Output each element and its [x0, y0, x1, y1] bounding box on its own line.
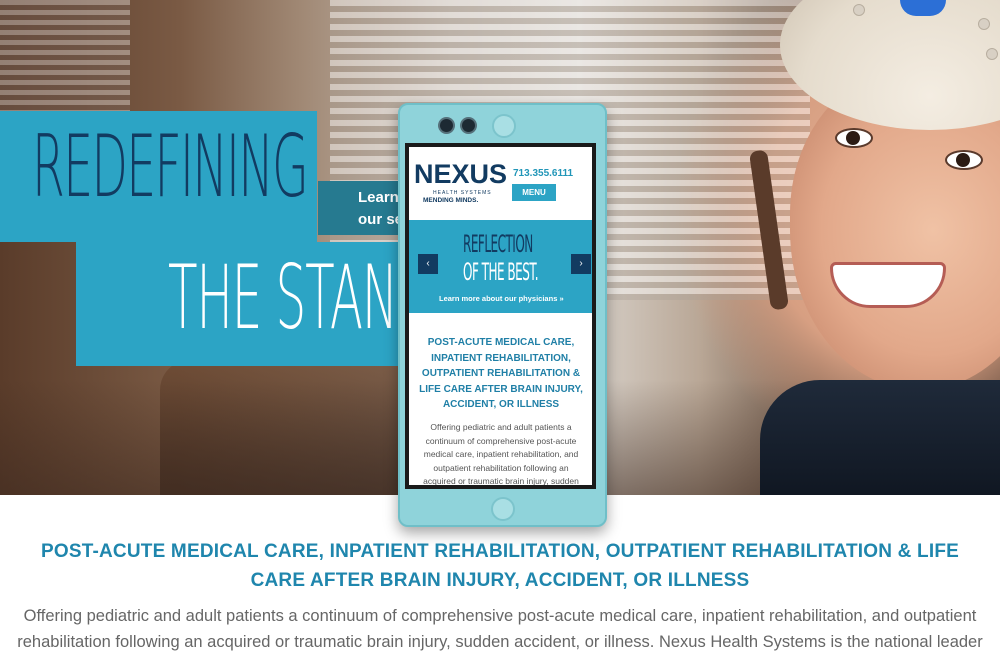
physicians-link[interactable]: Learn more about our physicians » — [439, 294, 564, 303]
page-heading-line1: POST-ACUTE MEDICAL CARE, INPATIENT REHAB… — [40, 541, 959, 562]
slider-prev-icon[interactable]: ‹ — [418, 254, 438, 274]
page-intro-line1: Offering pediatric and adult patients a … — [23, 607, 977, 625]
menu-button[interactable]: MENU — [512, 184, 556, 201]
helmet — [780, 0, 1000, 130]
shirt-collar — [760, 380, 1000, 495]
helmet-vent — [986, 48, 998, 60]
phone-screen: NEXUS HEALTH SYSTEMS MENDING MINDS. 713.… — [405, 143, 596, 489]
slider-next-icon[interactable]: › — [571, 254, 591, 274]
nexus-logo[interactable]: NEXUS — [414, 159, 507, 190]
headline-the-standard: THE STANDA — [168, 246, 406, 349]
page-intro-line2: rehabilitation following an acquired or … — [17, 633, 983, 651]
window-blinds-left — [0, 0, 130, 120]
mobile-body-text: Offering pediatric and adult patients a … — [423, 422, 579, 485]
page-intro-text: Offering pediatric and adult patients a … — [0, 603, 1000, 655]
headline-panel-bottom: THE STANDA — [76, 242, 406, 366]
phone-speaker-icon — [492, 114, 516, 138]
phone-number-link[interactable]: 713.355.6111 — [513, 168, 573, 179]
learn-more-line2: our se — [358, 211, 404, 228]
right-eye — [945, 150, 983, 170]
page-heading-line2: CARE AFTER BRAIN INJURY, ACCIDENT, OR IL… — [250, 570, 750, 591]
mobile-site: NEXUS HEALTH SYSTEMS MENDING MINDS. 713.… — [409, 147, 592, 485]
learn-more-line1: Learn — [358, 189, 399, 206]
logo-subtitle: HEALTH SYSTEMS — [433, 190, 492, 196]
mobile-heading: POST-ACUTE MEDICAL CARE, INPATIENT REHAB… — [419, 337, 583, 410]
helmet-vent — [978, 18, 990, 30]
page-heading: POST-ACUTE MEDICAL CARE, INPATIENT REHAB… — [0, 537, 1000, 595]
headline-redefining: REDEFINING — [32, 117, 309, 217]
headline-panel-top: REDEFINING — [0, 111, 317, 242]
slider-banner: ‹ › REFLECTION OF THE BEST. Learn more a… — [409, 220, 592, 313]
left-eye — [835, 128, 873, 148]
banner-title-line2: OF THE BEST. — [463, 258, 539, 286]
banner-title-line1: REFLECTION — [463, 230, 533, 258]
phone-camera-icon — [438, 117, 455, 134]
phone-home-button-icon — [491, 497, 515, 521]
logo-tagline: MENDING MINDS. — [423, 197, 479, 204]
helmet-vent — [853, 4, 865, 16]
mobile-phone-mockup: NEXUS HEALTH SYSTEMS MENDING MINDS. 713.… — [398, 103, 607, 527]
phone-camera-icon — [460, 117, 477, 134]
